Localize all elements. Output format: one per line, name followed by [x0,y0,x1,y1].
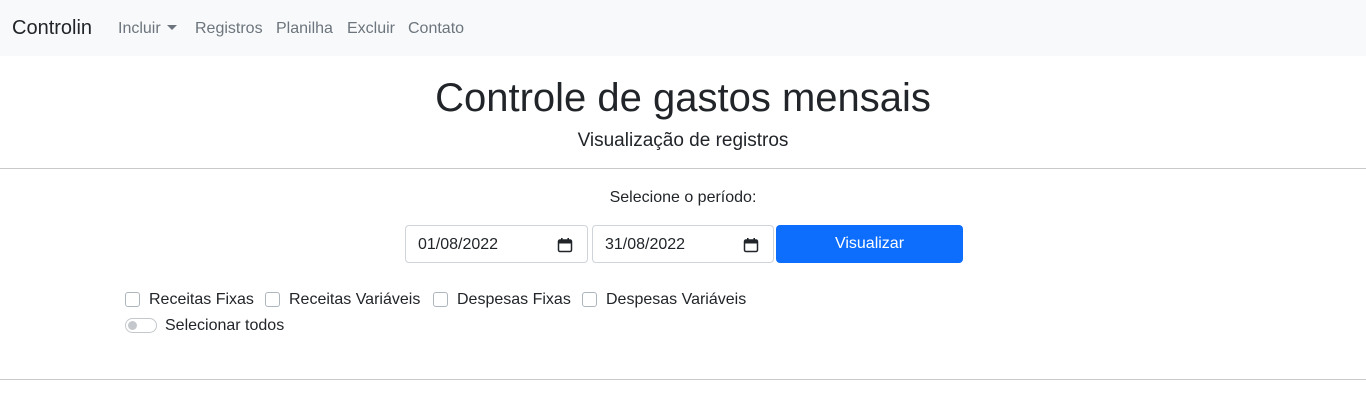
period-label: Selecione o período: [609,189,757,206]
checkbox-label: Receitas Variáveis [289,291,421,308]
checkbox-receitas-fixas[interactable] [125,292,140,307]
nav-item-incluir-dropdown[interactable]: Incluir [118,19,177,39]
checkbox-label: Despesas Variáveis [606,291,747,308]
end-date-input[interactable]: 31/08/2022 [592,225,774,263]
checkbox-despesas-variaveis[interactable] [582,292,597,307]
end-date-value: 31/08/2022 [605,236,686,253]
divider [0,168,1366,169]
navbar-brand[interactable]: Controlin [12,16,92,40]
checkbox-receitas-variaveis[interactable] [265,292,280,307]
calendar-icon[interactable] [557,237,573,253]
nav-item-excluir[interactable]: Excluir [347,19,395,39]
nav-item-registros[interactable]: Registros [195,19,263,39]
start-date-value: 01/08/2022 [418,236,499,253]
divider [0,379,1366,380]
select-all-toggle[interactable] [125,318,157,333]
chevron-down-icon [166,25,177,30]
toggle-knob [128,321,137,330]
checkbox-label: Despesas Fixas [457,291,571,308]
nav-item-label: Incluir [118,20,161,37]
navbar: Controlin Incluir Registros Planilha Exc… [0,0,1366,56]
select-all-label: Selecionar todos [165,317,285,334]
page-title: Controle de gastos mensais [435,76,931,120]
nav-item-planilha[interactable]: Planilha [276,19,333,39]
visualizar-button[interactable]: Visualizar [776,225,963,263]
start-date-input[interactable]: 01/08/2022 [405,225,588,263]
page-subtitle: Visualização de registros [577,130,789,151]
nav-item-contato[interactable]: Contato [408,19,464,39]
checkbox-label: Receitas Fixas [149,291,254,308]
checkbox-despesas-fixas[interactable] [433,292,448,307]
calendar-icon[interactable] [743,237,759,253]
